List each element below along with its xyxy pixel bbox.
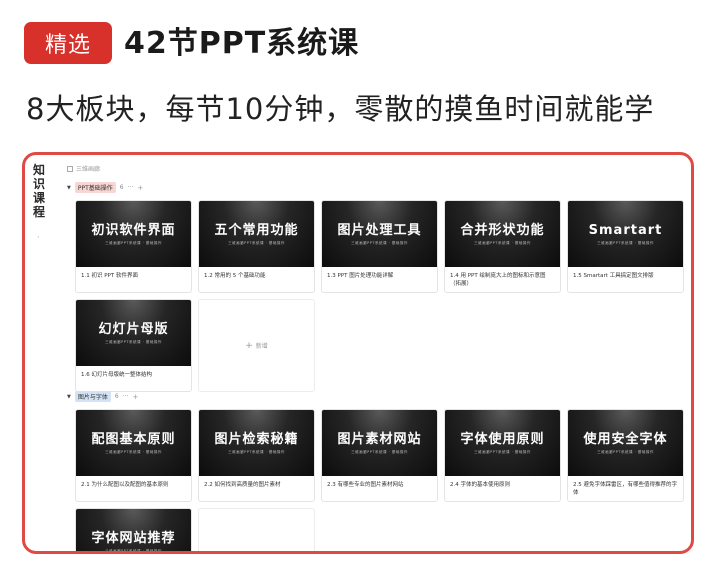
new-card-button[interactable]: + 新增 <box>198 299 315 392</box>
course-card[interactable]: Smartart 三维画廊PPT系统课 · 基础操作 1.5 Smartart … <box>567 200 684 293</box>
card-caption: 1.6 幻灯片母版统一整体结构 <box>81 372 152 378</box>
card-caption: 1.4 用 PPT 绘制庞大上的图标和示意图（拓展） <box>450 273 546 287</box>
card-thumbnail: 字体使用原则 三维画廊PPT系统课 · 基础操作 <box>445 410 560 476</box>
group-count: 6 <box>114 393 119 400</box>
thumb-title: 合并形状功能 <box>460 222 545 238</box>
card-thumbnail: 字体网站推荐 三维画廊PPT系统课 · 基础操作 <box>76 509 191 553</box>
course-card[interactable]: 五个常用功能 三维画廊PPT系统课 · 基础操作 1.2 常用的 5 个基础功能 <box>198 200 315 293</box>
thumb-title: 五个常用功能 <box>214 222 299 238</box>
thumb-subtitle: 三维画廊PPT系统课 · 基础操作 <box>474 240 531 245</box>
course-card[interactable]: 图片素材网站 三维画廊PPT系统课 · 基础操作 2.3 有哪些专业的图片素材网… <box>321 409 438 502</box>
page-title: 42节PPT系统课 <box>124 26 360 61</box>
gallery-view-tab[interactable]: 三维画廊 <box>67 164 100 173</box>
collapse-caret-icon[interactable]: ▼ <box>67 185 71 191</box>
card-caption: 1.5 Smartart 工具搞定图文排版 <box>573 273 654 279</box>
thumb-subtitle: 三维画廊PPT系统课 · 基础操作 <box>597 449 654 454</box>
course-card[interactable]: 幻灯片母版 三维画廊PPT系统课 · 基础操作 1.6 幻灯片母版统一整体结构 <box>75 299 192 392</box>
card-caption: 1.1 初识 PPT 软件界面 <box>81 273 138 279</box>
card-caption: 1.2 常用的 5 个基础功能 <box>204 273 266 279</box>
card-thumbnail: 幻灯片母版 三维画廊PPT系统课 · 基础操作 <box>76 300 191 366</box>
card-thumbnail: 五个常用功能 三维画廊PPT系统课 · 基础操作 <box>199 201 314 267</box>
thumb-subtitle: 三维画廊PPT系统课 · 基础操作 <box>105 240 162 245</box>
course-card[interactable]: 字体网站推荐 三维画廊PPT系统课 · 基础操作 <box>75 508 192 553</box>
thumb-title: 配图基本原则 <box>91 431 176 447</box>
card-caption: 1.3 PPT 图片处理功能详解 <box>327 273 394 279</box>
group-more-icon[interactable]: ··· <box>128 184 134 191</box>
thumb-subtitle: 三维画廊PPT系统课 · 基础操作 <box>105 548 162 553</box>
thumb-title: 图片处理工具 <box>337 222 422 238</box>
thumb-title: 字体网站推荐 <box>91 530 176 546</box>
thumb-subtitle: 三维画廊PPT系统课 · 基础操作 <box>228 449 285 454</box>
thumb-title: 图片检索秘籍 <box>214 431 299 447</box>
page-subtitle: 8大板块，每节10分钟，零散的摸鱼时间就能学 <box>26 92 655 126</box>
thumb-title: 字体使用原则 <box>460 431 545 447</box>
course-card[interactable]: 初识软件界面 三维画廊PPT系统课 · 基础操作 1.1 初识 PPT 软件界面 <box>75 200 192 293</box>
new-card-button[interactable]: + 新增 <box>198 508 315 552</box>
group-tag: PPT基础操作 <box>74 182 116 193</box>
gallery-grid-icon <box>67 165 73 172</box>
group-count: 6 <box>119 184 124 191</box>
course-card[interactable]: 图片处理工具 三维画廊PPT系统课 · 基础操作 1.3 PPT 图片处理功能详… <box>321 200 438 293</box>
card-caption: 2.3 有哪些专业的图片素材网站 <box>327 482 404 488</box>
group-add-icon[interactable]: + <box>137 184 143 192</box>
new-card-label: 新增 <box>255 343 268 350</box>
card-thumbnail: 图片素材网站 三维画廊PPT系统课 · 基础操作 <box>322 410 437 476</box>
thumb-subtitle: 三维画廊PPT系统课 · 基础操作 <box>351 240 408 245</box>
thumb-title: 初识软件界面 <box>91 222 176 238</box>
course-card[interactable]: 配图基本原则 三维画廊PPT系统课 · 基础操作 2.1 为什么配图以及配图的基… <box>75 409 192 502</box>
group-add-icon[interactable]: + <box>132 393 138 401</box>
group-tag: 图片与字体 <box>74 391 111 402</box>
group-more-icon[interactable]: ··· <box>123 393 129 400</box>
featured-badge: 精选 <box>24 22 112 64</box>
card-grid-images-fonts: 配图基本原则 三维画廊PPT系统课 · 基础操作 2.1 为什么配图以及配图的基… <box>75 409 684 553</box>
group-header-basics[interactable]: ▼ PPT基础操作 6 ··· + <box>67 182 143 193</box>
side-dot: · <box>37 233 40 242</box>
card-thumbnail: 配图基本原则 三维画廊PPT系统课 · 基础操作 <box>76 410 191 476</box>
thumb-title: 使用安全字体 <box>583 431 668 447</box>
card-thumbnail: 合并形状功能 三维画廊PPT系统课 · 基础操作 <box>445 201 560 267</box>
new-card-label: 新增 <box>256 550 268 551</box>
course-card[interactable]: 字体使用原则 三维画廊PPT系统课 · 基础操作 2.4 字体的基本使用原则 <box>444 409 561 502</box>
collapse-caret-icon[interactable]: ▼ <box>67 394 71 400</box>
card-caption: 2.4 字体的基本使用原则 <box>450 482 510 488</box>
thumb-subtitle: 三维画廊PPT系统课 · 基础操作 <box>597 240 654 245</box>
card-thumbnail: 图片检索秘籍 三维画廊PPT系统课 · 基础操作 <box>199 410 314 476</box>
card-grid-basics: 初识软件界面 三维画廊PPT系统课 · 基础操作 1.1 初识 PPT 软件界面… <box>75 200 684 392</box>
thumb-subtitle: 三维画廊PPT系统课 · 基础操作 <box>105 339 162 344</box>
plus-icon: + <box>245 340 253 351</box>
course-card[interactable]: 使用安全字体 三维画廊PPT系统课 · 基础操作 2.5 避免字体踩雷区，有哪些… <box>567 409 684 502</box>
thumb-title: Smartart <box>588 222 663 238</box>
card-caption: 2.1 为什么配图以及配图的基本原则 <box>81 482 169 488</box>
course-gallery-panel: 知识课程 · 三维画廊 ▼ PPT基础操作 6 ··· + 初识软件界面 三维画… <box>22 152 694 554</box>
card-thumbnail: 初识软件界面 三维画廊PPT系统课 · 基础操作 <box>76 201 191 267</box>
gallery-view-label: 三维画廊 <box>76 166 101 173</box>
thumb-title: 幻灯片母版 <box>98 321 169 337</box>
thumb-subtitle: 三维画廊PPT系统课 · 基础操作 <box>105 449 162 454</box>
side-title: 知识课程 <box>32 163 45 219</box>
plus-icon: + <box>245 550 253 552</box>
thumb-subtitle: 三维画廊PPT系统课 · 基础操作 <box>474 449 531 454</box>
thumb-title: 图片素材网站 <box>337 431 422 447</box>
thumb-subtitle: 三维画廊PPT系统课 · 基础操作 <box>351 449 408 454</box>
card-caption: 2.2 如何找到高质量的图片素材 <box>204 482 281 488</box>
course-card[interactable]: 合并形状功能 三维画廊PPT系统课 · 基础操作 1.4 用 PPT 绘制庞大上… <box>444 200 561 293</box>
course-card[interactable]: 图片检索秘籍 三维画廊PPT系统课 · 基础操作 2.2 如何找到高质量的图片素… <box>198 409 315 502</box>
card-thumbnail: 图片处理工具 三维画廊PPT系统课 · 基础操作 <box>322 201 437 267</box>
card-thumbnail: Smartart 三维画廊PPT系统课 · 基础操作 <box>568 201 683 267</box>
card-thumbnail: 使用安全字体 三维画廊PPT系统课 · 基础操作 <box>568 410 683 476</box>
thumb-subtitle: 三维画廊PPT系统课 · 基础操作 <box>228 240 285 245</box>
group-header-images-fonts[interactable]: ▼ 图片与字体 6 ··· + <box>67 391 138 402</box>
card-caption: 2.5 避免字体踩雷区，有哪些值得推荐的字体 <box>573 482 677 496</box>
